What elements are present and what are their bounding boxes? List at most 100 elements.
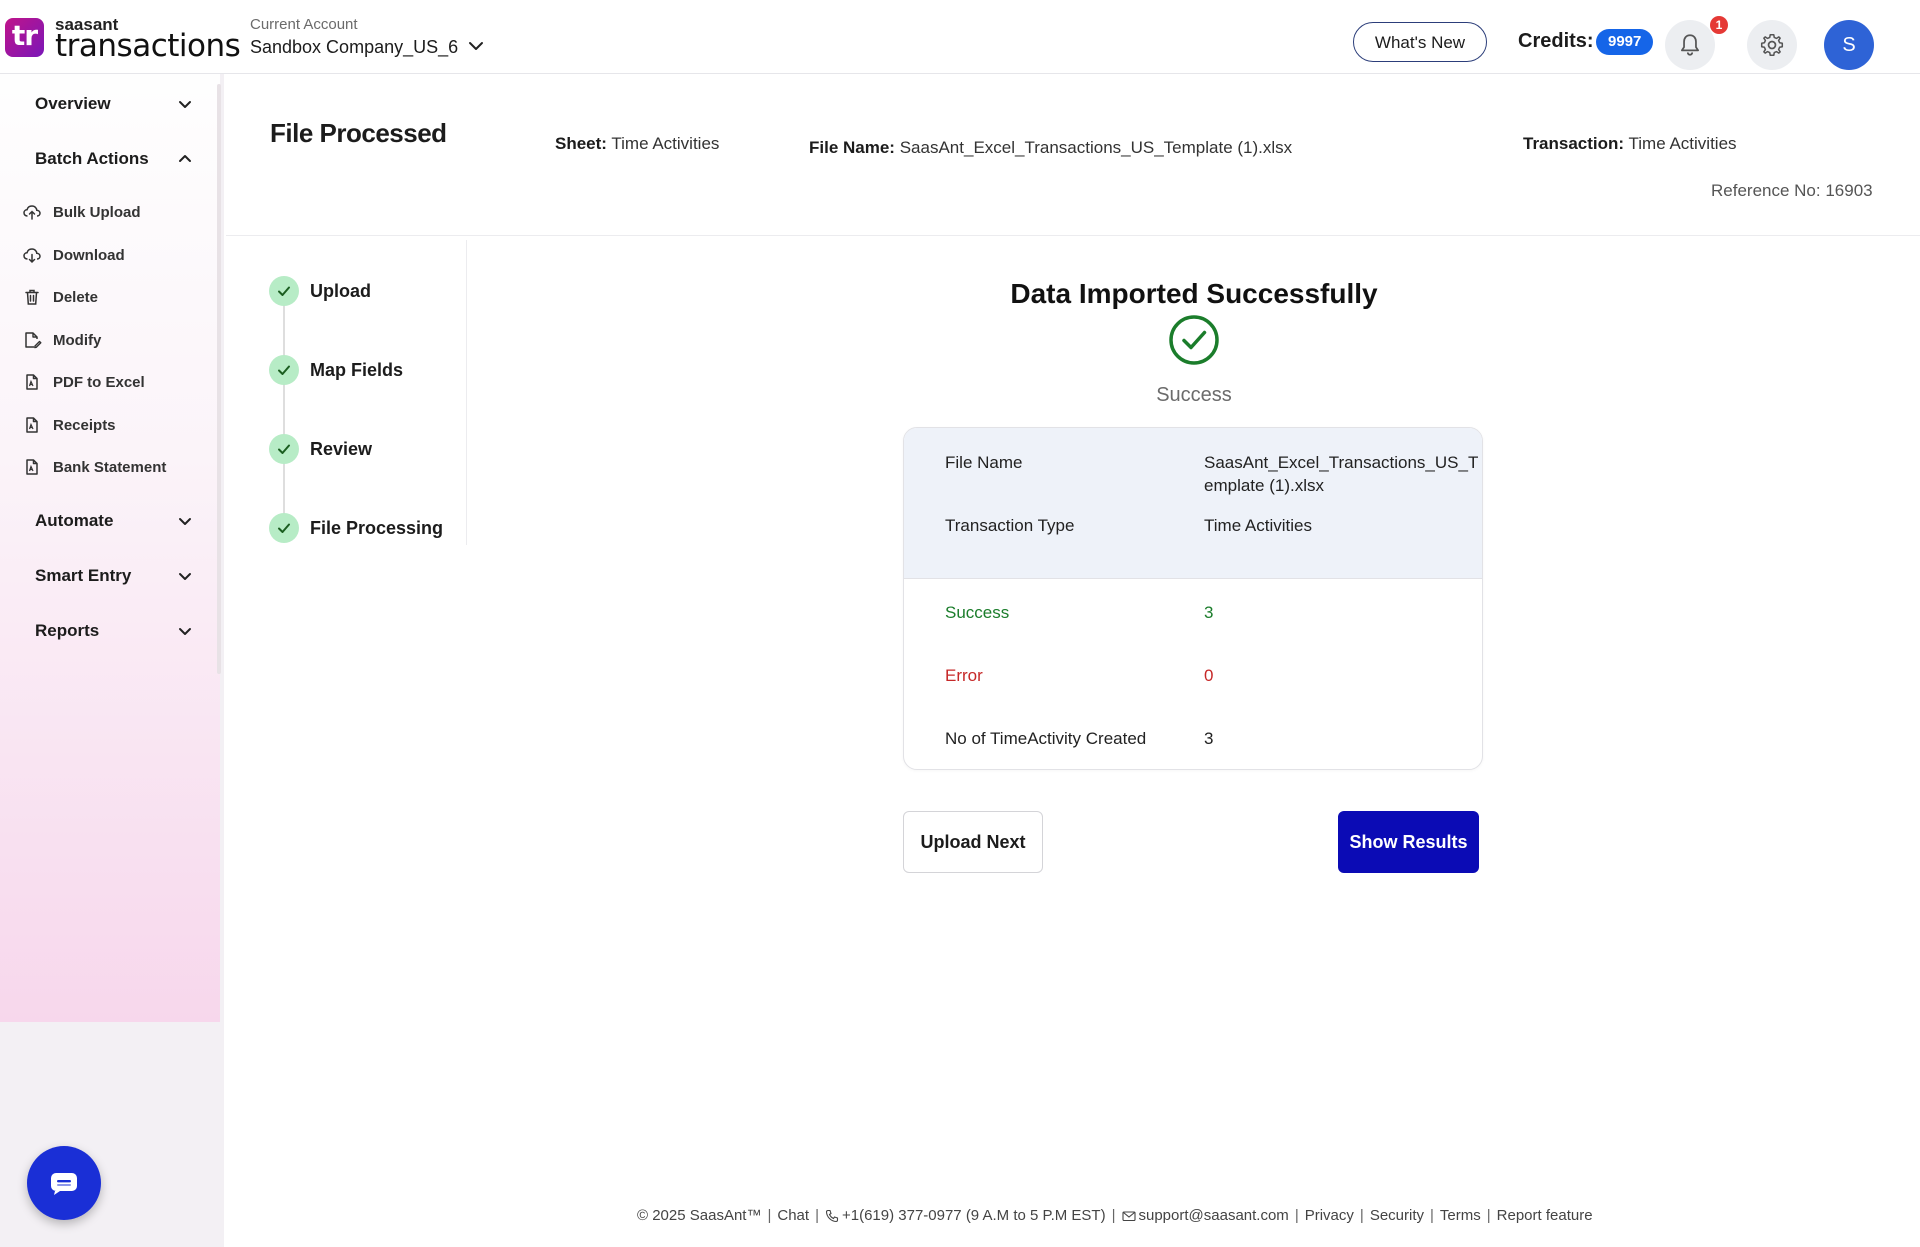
success-count-label: Success bbox=[945, 603, 1010, 622]
footer-copyright: © 2025 SaasAnt™ bbox=[637, 1207, 762, 1224]
footer-chat-link[interactable]: Chat bbox=[777, 1207, 809, 1224]
sidebar: Overview Batch Actions Bulk Upload Downl… bbox=[0, 74, 224, 1247]
check-icon bbox=[269, 355, 299, 385]
notification-count-badge: 1 bbox=[1710, 16, 1728, 34]
result-status: Success bbox=[1156, 384, 1232, 406]
show-results-button[interactable]: Show Results bbox=[1338, 811, 1479, 873]
file-name-value-line: SaasAnt_Excel_Transactions_US_T bbox=[1204, 453, 1479, 472]
footer-terms-link[interactable]: Terms bbox=[1440, 1207, 1481, 1224]
sidebar-group-batch-actions[interactable]: Batch Actions bbox=[35, 149, 149, 169]
sidebar-item-modify[interactable]: Modify bbox=[22, 329, 101, 351]
logo-brand-big[interactable]: transactions bbox=[55, 28, 241, 64]
settings-button[interactable] bbox=[1747, 20, 1797, 70]
sidebar-item-pdf-to-excel[interactable]: PDF to Excel bbox=[22, 371, 145, 393]
file-name-row-value: SaasAnt_Excel_Transactions_US_T emplate … bbox=[1204, 451, 1478, 497]
credits-label: Credits: bbox=[1518, 30, 1594, 52]
sidebar-item-label: Bank Statement bbox=[53, 458, 167, 476]
footer-phone[interactable]: +1(619) 377-0977 (9 A.M to 5 P.M EST) bbox=[842, 1207, 1106, 1224]
check-icon bbox=[269, 434, 299, 464]
file-name-row-label: File Name bbox=[945, 453, 1023, 472]
sidebar-scrollbar[interactable] bbox=[217, 84, 221, 674]
steps-divider bbox=[466, 240, 467, 545]
sidebar-item-receipts[interactable]: Receipts bbox=[22, 414, 116, 436]
notifications-button[interactable] bbox=[1665, 20, 1715, 70]
edit-file-icon bbox=[25, 332, 42, 349]
step-label: Map Fields bbox=[310, 359, 404, 380]
transaction-label: Transaction: bbox=[1523, 134, 1625, 153]
sidebar-group-reports[interactable]: Reports bbox=[35, 621, 99, 641]
check-icon bbox=[269, 513, 299, 543]
success-check-icon bbox=[1169, 315, 1219, 365]
cloud-download-icon bbox=[23, 248, 41, 264]
result-title: Data Imported Successfully bbox=[1010, 278, 1378, 309]
footer-email-link[interactable]: support@saasant.com bbox=[1139, 1207, 1289, 1224]
step-upload: Upload bbox=[269, 276, 371, 306]
sidebar-item-download[interactable]: Download bbox=[22, 244, 125, 266]
step-file-processing: File Processing bbox=[269, 513, 443, 543]
chat-button[interactable] bbox=[27, 1146, 101, 1220]
sidebar-item-label: Modify bbox=[53, 331, 102, 349]
phone-icon bbox=[825, 1209, 839, 1222]
sheet-value: Time Activities bbox=[611, 134, 720, 153]
sidebar-item-label: Delete bbox=[53, 288, 99, 306]
sidebar-item-label: Receipts bbox=[53, 416, 116, 434]
created-count-label: No of TimeActivity Created bbox=[945, 729, 1147, 748]
credits-badge: 9997 bbox=[1596, 29, 1654, 55]
step-map-fields: Map Fields bbox=[269, 355, 403, 385]
chevron-down-icon[interactable] bbox=[177, 568, 193, 584]
user-avatar[interactable]: S bbox=[1824, 20, 1874, 70]
transaction-value: Time Activities bbox=[1628, 134, 1737, 153]
created-count-value: 3 bbox=[1204, 729, 1214, 748]
sheet-label: Sheet: bbox=[555, 134, 607, 153]
reference-number: Reference No: 16903 bbox=[1711, 181, 1873, 200]
sidebar-item-label: Download bbox=[53, 246, 125, 264]
chat-icon bbox=[51, 1173, 77, 1195]
pdf-file-icon bbox=[26, 374, 38, 390]
account-selector[interactable]: Sandbox Company_US_6 bbox=[250, 37, 458, 58]
sidebar-item-bulk-upload[interactable]: Bulk Upload bbox=[22, 201, 141, 223]
cloud-upload-icon bbox=[23, 205, 41, 220]
file-name-value-line: emplate (1).xlsx bbox=[1204, 476, 1324, 495]
footer-security-link[interactable]: Security bbox=[1370, 1207, 1424, 1224]
footer: © 2025 SaasAnt™ | Chat | +1(619) 377-097… bbox=[637, 1207, 1593, 1224]
receipt-file-icon bbox=[26, 417, 38, 433]
file-name-label: File Name: bbox=[809, 138, 895, 157]
current-account-label: Current Account bbox=[250, 16, 358, 33]
sidebar-item-label: PDF to Excel bbox=[53, 373, 145, 391]
sidebar-item-bank-statement[interactable]: Bank Statement bbox=[22, 456, 166, 478]
footer-privacy-link[interactable]: Privacy bbox=[1305, 1207, 1354, 1224]
whats-new-button[interactable]: What's New bbox=[1353, 22, 1487, 62]
transaction-type-label: Transaction Type bbox=[945, 516, 1075, 535]
page-title: File Processed bbox=[270, 118, 447, 148]
logo-mark[interactable]: tr bbox=[5, 18, 44, 57]
chevron-down-icon[interactable] bbox=[177, 513, 193, 529]
chevron-down-icon[interactable] bbox=[466, 36, 486, 56]
mail-icon bbox=[1121, 1210, 1136, 1221]
sheet-info: Sheet: Time Activities bbox=[555, 134, 719, 154]
transaction-info: Transaction: Time Activities bbox=[1523, 134, 1737, 154]
sidebar-item-delete[interactable]: Delete bbox=[22, 286, 98, 308]
upload-next-button[interactable]: Upload Next bbox=[903, 811, 1043, 873]
statement-file-icon bbox=[26, 459, 38, 475]
sidebar-group-smart-entry[interactable]: Smart Entry bbox=[35, 566, 131, 586]
sidebar-group-automate[interactable]: Automate bbox=[35, 511, 113, 531]
chevron-up-icon[interactable] bbox=[177, 151, 193, 167]
step-label: Review bbox=[310, 438, 373, 459]
chevron-down-icon[interactable] bbox=[177, 623, 193, 639]
result-summary-card: File Name SaasAnt_Excel_Transactions_US_… bbox=[903, 427, 1483, 770]
transaction-type-value: Time Activities bbox=[1204, 516, 1313, 535]
step-review: Review bbox=[269, 434, 372, 464]
step-label: File Processing bbox=[310, 517, 444, 538]
error-count-value: 0 bbox=[1204, 666, 1214, 685]
file-name-value: SaasAnt_Excel_Transactions_US_Template (… bbox=[899, 138, 1293, 157]
stepper-line bbox=[283, 292, 285, 532]
error-count-label: Error bbox=[945, 666, 983, 685]
chevron-down-icon[interactable] bbox=[177, 96, 193, 112]
step-label: Upload bbox=[310, 280, 371, 301]
sidebar-group-overview[interactable]: Overview bbox=[35, 94, 111, 114]
header-divider bbox=[226, 235, 1920, 236]
check-icon bbox=[269, 276, 299, 306]
sidebar-item-label: Bulk Upload bbox=[53, 203, 141, 221]
footer-report-link[interactable]: Report feature bbox=[1497, 1207, 1593, 1224]
success-count-value: 3 bbox=[1204, 603, 1214, 622]
